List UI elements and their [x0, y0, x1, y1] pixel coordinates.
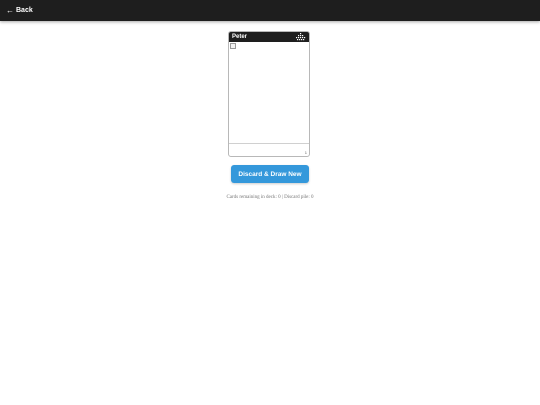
card-image: [229, 42, 309, 144]
card[interactable]: Peter 1: [228, 31, 310, 157]
top-bar: ← Back: [0, 0, 540, 21]
back-label: Back: [16, 7, 33, 14]
card-header: Peter: [229, 32, 309, 42]
back-arrow-icon: ←: [6, 5, 14, 15]
deck-status-text: Cards remaining in deck: 0 | Discard pil…: [226, 195, 314, 200]
broken-image-icon: [230, 43, 236, 49]
card-footer: 1: [229, 144, 309, 156]
grid-pattern-icon: [296, 33, 306, 41]
back-button[interactable]: ← Back: [6, 5, 33, 16]
discard-draw-button[interactable]: Discard & Draw New: [231, 165, 309, 183]
card-name: Peter: [232, 34, 248, 40]
card-number: 1: [304, 150, 307, 155]
